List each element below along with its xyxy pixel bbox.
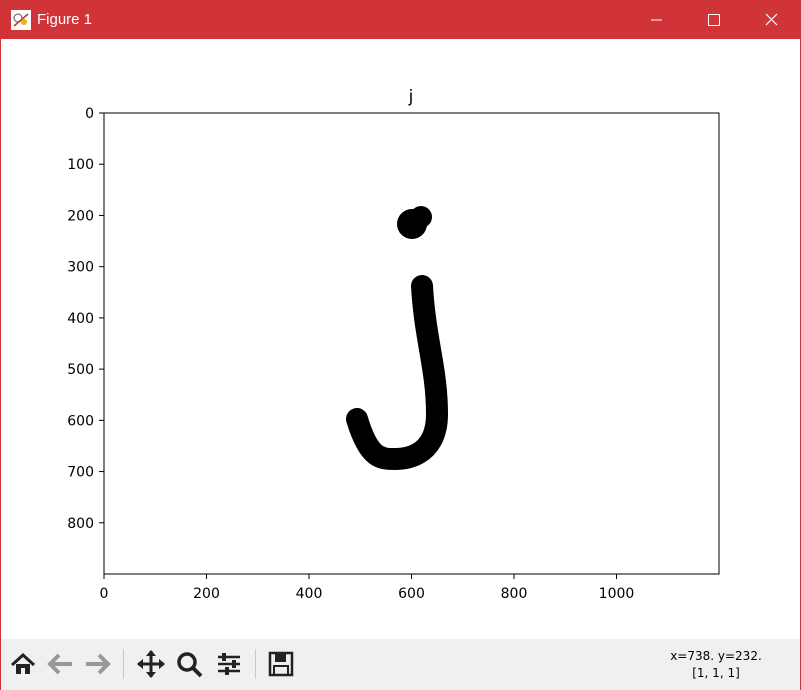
configure-subplots-icon[interactable] xyxy=(213,647,245,681)
home-icon[interactable] xyxy=(7,647,39,681)
x-tick-label: 600 xyxy=(398,586,425,602)
minimize-icon xyxy=(651,19,662,21)
close-icon xyxy=(765,13,778,26)
close-button[interactable] xyxy=(742,1,800,39)
x-tick-label: 800 xyxy=(501,586,528,602)
y-tick-label: 700 xyxy=(67,465,94,481)
y-tick-label: 300 xyxy=(67,260,94,276)
coords-xy: x=738. y=232. xyxy=(670,649,762,663)
plot-title: j xyxy=(408,87,414,107)
toolbar-separator xyxy=(123,649,124,679)
toolbar-separator xyxy=(255,649,256,679)
maximize-icon xyxy=(708,14,720,26)
y-tick-label: 100 xyxy=(67,157,94,173)
zoom-icon[interactable] xyxy=(173,647,205,681)
maximize-button[interactable] xyxy=(684,1,742,39)
cursor-coordinates: x=738. y=232. [1, 1, 1] xyxy=(646,648,786,682)
y-tick-label: 600 xyxy=(67,413,94,429)
window-title: Figure 1 xyxy=(37,11,93,28)
x-tick-label: 400 xyxy=(296,586,323,602)
x-tick-label: 1000 xyxy=(599,586,635,602)
y-tick-label: 0 xyxy=(85,106,94,122)
y-tick-label: 400 xyxy=(67,311,94,327)
y-tick-label: 500 xyxy=(67,362,94,378)
matplotlib-app-icon xyxy=(11,10,31,30)
figure-window: Figure 1 j 0 100 200 300 400 500 600 700 800 0 20… xyxy=(0,0,801,690)
x-axis: 0 200 400 600 800 1000 xyxy=(100,574,635,602)
save-icon[interactable] xyxy=(265,647,297,681)
navigation-toolbar: x=738. y=232. [1, 1, 1] xyxy=(1,639,800,690)
minimize-button[interactable] xyxy=(627,1,685,39)
figure-svg[interactable]: j 0 100 200 300 400 500 600 700 800 0 200 400 600 80… xyxy=(1,39,800,639)
x-tick-label: 0 xyxy=(100,586,109,602)
title-bar[interactable]: Figure 1 xyxy=(1,1,800,39)
pan-icon[interactable] xyxy=(135,647,167,681)
forward-icon[interactable] xyxy=(81,647,113,681)
y-tick-label: 800 xyxy=(67,516,94,532)
figure-canvas[interactable]: j 0 100 200 300 400 500 600 700 800 0 200 400 600 80… xyxy=(1,39,800,639)
letter-dot-part xyxy=(410,206,432,228)
back-icon[interactable] xyxy=(45,647,77,681)
x-tick-label: 200 xyxy=(193,586,220,602)
coords-value: [1, 1, 1] xyxy=(692,666,740,680)
y-axis: 0 100 200 300 400 500 600 700 800 xyxy=(67,106,104,532)
image-area[interactable] xyxy=(104,113,719,574)
y-tick-label: 200 xyxy=(67,208,94,224)
